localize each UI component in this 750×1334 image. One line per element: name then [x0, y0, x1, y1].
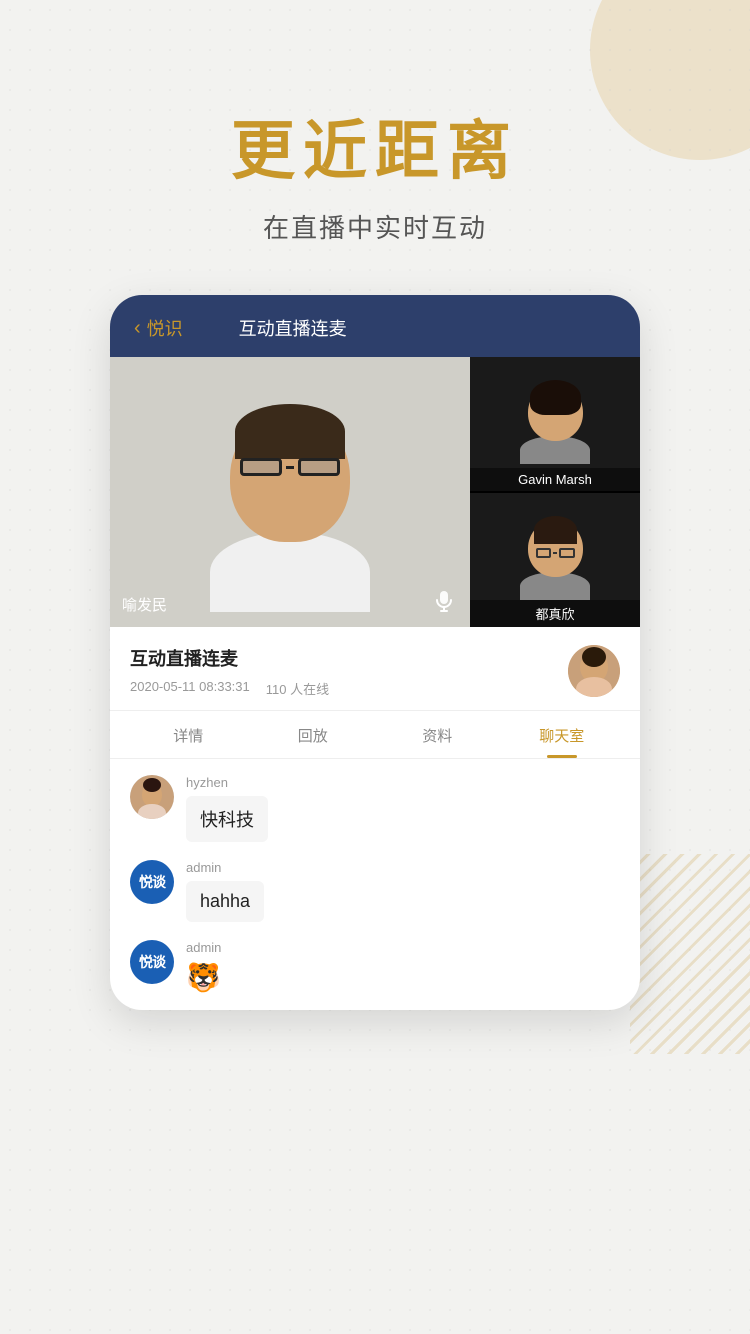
panel2-face — [520, 520, 590, 600]
main-video-panel: 喻发民 — [110, 357, 470, 627]
face-head — [230, 412, 350, 542]
admin-logo-text-3: 悦谈 — [139, 952, 165, 972]
info-left: 互动直播连麦 2020-05-11 08:33:31 110 人在线 — [130, 645, 568, 698]
host-avatar — [568, 645, 620, 697]
back-label: 悦识 — [147, 315, 183, 341]
panel2-head — [528, 520, 583, 577]
panel1-name: Gavin Marsh — [518, 472, 592, 487]
stream-viewers: 110 人在线 — [266, 679, 329, 698]
chat-username-3: admin — [186, 940, 620, 955]
main-speaker-video — [110, 357, 470, 627]
chat-body-2: admin hahha — [186, 860, 620, 922]
stream-title: 互动直播连麦 — [130, 645, 568, 671]
tab-details[interactable]: 详情 — [126, 711, 251, 758]
side-video-panels: Gavin Marsh — [470, 357, 640, 627]
panel2-glasses — [536, 548, 575, 558]
chat-avatar-3: 悦谈 — [130, 940, 174, 984]
tab-replay[interactable]: 回放 — [251, 711, 376, 758]
video-grid: 喻发民 — [110, 357, 640, 627]
face-glasses — [240, 457, 340, 477]
panel2-glasses-right — [559, 548, 575, 558]
chat-bubble-1: 快科技 — [186, 796, 268, 842]
info-section: 互动直播连麦 2020-05-11 08:33:31 110 人在线 — [110, 627, 640, 711]
panel2-hair — [534, 516, 577, 544]
main-speaker-illustration — [210, 412, 370, 612]
back-button[interactable]: ‹ 悦识 — [134, 315, 183, 341]
admin-logo-text: 悦谈 — [139, 872, 165, 892]
tab-chat[interactable]: 聊天室 — [500, 711, 625, 758]
chat-username-2: admin — [186, 860, 620, 875]
chat-bubble-2: hahha — [186, 881, 264, 922]
chat-body-3: admin 🐯 — [186, 940, 620, 994]
chat-avatar-1 — [130, 775, 174, 819]
face-body — [210, 532, 370, 612]
mic-icon — [430, 587, 458, 615]
panel1-hair — [530, 380, 581, 415]
glasses-bridge — [286, 466, 294, 469]
panel2-label: 都真欣 — [470, 600, 640, 627]
panel2-glasses-bridge — [553, 552, 557, 554]
panel2-video: 都真欣 — [470, 493, 640, 627]
back-icon: ‹ — [134, 317, 141, 340]
header-title: 互动直播连麦 — [239, 315, 347, 341]
info-meta: 2020-05-11 08:33:31 110 人在线 — [130, 679, 568, 698]
chat-emoji-3: 🐯 — [186, 961, 620, 994]
tab-details-label: 详情 — [173, 728, 203, 745]
chat-section: hyzhen 快科技 悦谈 admin hahha 悦谈 — [110, 759, 640, 1010]
stream-date: 2020-05-11 08:33:31 — [130, 679, 250, 698]
tab-chat-label: 聊天室 — [539, 728, 584, 745]
main-speaker-name: 喻发民 — [122, 594, 167, 615]
panel2-glasses-left — [536, 548, 552, 558]
face-hair — [235, 404, 345, 459]
chat-body-1: hyzhen 快科技 — [186, 775, 620, 842]
tabs-bar: 详情 回放 资料 聊天室 — [110, 711, 640, 759]
tab-materials-label: 资料 — [422, 728, 452, 745]
glasses-right — [298, 458, 340, 476]
panel1-head — [528, 384, 583, 441]
app-header: ‹ 悦识 互动直播连麦 — [110, 295, 640, 357]
panel1-face — [520, 384, 590, 464]
chat-message-2: 悦谈 admin hahha — [130, 860, 620, 922]
panel2-name: 都真欣 — [535, 607, 574, 622]
hero-subtitle: 在直播中实时互动 — [263, 208, 487, 245]
phone-card: ‹ 悦识 互动直播连麦 — [110, 295, 640, 1010]
tab-replay-label: 回放 — [298, 728, 328, 745]
chat-message-3: 悦谈 admin 🐯 — [130, 940, 620, 994]
panel1-label: Gavin Marsh — [470, 468, 640, 491]
page-content: 更近距离 在直播中实时互动 ‹ 悦识 互动直播连麦 — [0, 0, 750, 1010]
hero-title: 更近距离 — [231, 100, 519, 192]
chat-message-1: hyzhen 快科技 — [130, 775, 620, 842]
panel1-video: Gavin Marsh — [470, 357, 640, 491]
glasses-left — [240, 458, 282, 476]
chat-avatar-2: 悦谈 — [130, 860, 174, 904]
chat-username-1: hyzhen — [186, 775, 620, 790]
tab-materials[interactable]: 资料 — [375, 711, 500, 758]
